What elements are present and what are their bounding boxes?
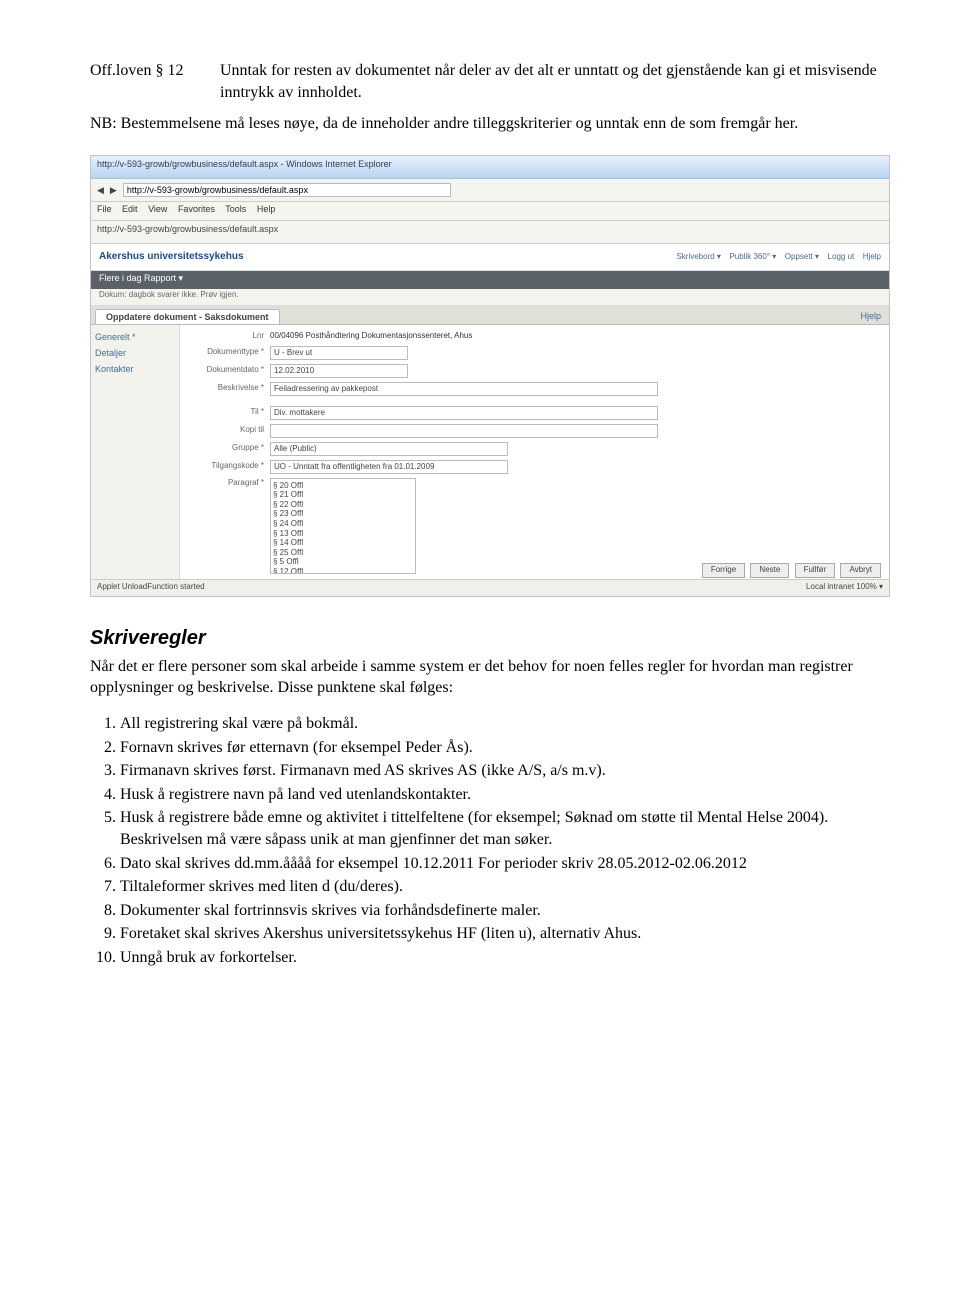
- browser-addressbar: ◀ ▶: [91, 179, 889, 202]
- rule-item: Dato skal skrives dd.mm.åååå for eksempe…: [120, 853, 890, 875]
- til-input[interactable]: Div. mottakere: [270, 406, 658, 420]
- url-input[interactable]: [123, 183, 451, 197]
- doktype-select[interactable]: U - Brev ut: [270, 346, 408, 360]
- active-tab[interactable]: Oppdatere dokument - Saksdokument: [95, 309, 280, 324]
- til-label: Til *: [188, 407, 270, 418]
- law-reference: Off.loven § 12: [90, 60, 220, 103]
- menu-tools[interactable]: Tools: [225, 204, 246, 214]
- status-message: Dokum: dagbok svarer ikke. Prøv igjen.: [91, 289, 889, 306]
- rule-item: Tiltaleformer skrives med liten d (du/de…: [120, 876, 890, 898]
- paragraf-label: Paragraf *: [188, 478, 270, 489]
- link-publik360[interactable]: Publik 360° ▾: [729, 252, 776, 261]
- rule-item: Husk å registrere navn på land ved utenl…: [120, 784, 890, 806]
- rule-item: Dokumenter skal fortrinnsvis skrives via…: [120, 900, 890, 922]
- rule-item: Fornavn skrives før etternavn (for eksem…: [120, 737, 890, 759]
- kopi-input[interactable]: [270, 424, 658, 438]
- back-icon[interactable]: ◀: [97, 184, 104, 196]
- help-link[interactable]: Hjelp: [852, 308, 889, 324]
- wizard-buttons: Forrige Neste Fullfør Avbryt: [699, 563, 881, 578]
- dokdato-label: Dokumentdato *: [188, 365, 270, 376]
- tilgangskode-select[interactable]: UO - Unntatt fra offentligheten fra 01.0…: [270, 460, 508, 474]
- rule-item: Foretaket skal skrives Akershus universi…: [120, 923, 890, 945]
- link-oppsett[interactable]: Oppsett ▾: [785, 252, 819, 261]
- nb-note: NB: Bestemmelsene må leses nøye, da de i…: [90, 113, 890, 135]
- prev-button[interactable]: Forrige: [702, 563, 745, 578]
- rule-item: All registrering skal være på bokmål.: [120, 713, 890, 735]
- finish-button[interactable]: Fullfør: [795, 563, 836, 578]
- link-loggut[interactable]: Logg ut: [828, 252, 855, 261]
- doktype-label: Dokumenttype *: [188, 347, 270, 358]
- lnr-label: Lnr: [188, 331, 270, 342]
- law-exception-block: Off.loven § 12 Unntak for resten av doku…: [90, 60, 890, 103]
- rule-item: Firmanavn skrives først. Firmanavn med A…: [120, 760, 890, 782]
- menu-help[interactable]: Help: [257, 204, 276, 214]
- form-sidebar: Generelt * Detaljer Kontakter: [91, 325, 180, 585]
- menu-view[interactable]: View: [148, 204, 167, 214]
- browser-statusbar: Applet UnloadFunction started Local intr…: [91, 579, 889, 596]
- menu-file[interactable]: File: [97, 204, 112, 214]
- rule-item: Husk å registrere både emne og aktivitet…: [120, 807, 890, 850]
- rules-list: All registrering skal være på bokmål. Fo…: [120, 713, 890, 969]
- menu-favorites[interactable]: Favorites: [178, 204, 215, 214]
- header-links: Skrivebord ▾ Publik 360° ▾ Oppsett ▾ Log…: [670, 250, 881, 263]
- gruppe-label: Gruppe *: [188, 443, 270, 454]
- paragraf-listbox[interactable]: § 20 Offl § 21 Offl § 22 Offl § 23 Offl …: [270, 478, 416, 574]
- tilgang-label: Tilgangskode *: [188, 461, 270, 472]
- window-titlebar: http://v-593-growb/growbusiness/default.…: [91, 156, 889, 179]
- link-hjelp[interactable]: Hjelp: [863, 252, 881, 261]
- dark-navstrip: Flere i dag Rapport ▾: [91, 271, 889, 289]
- skriveregler-intro: Når det er flere personer som skal arbei…: [90, 656, 890, 699]
- skriveregler-heading: Skriveregler: [90, 625, 890, 652]
- browser-tab[interactable]: http://v-593-growb/growbusiness/default.…: [91, 221, 889, 244]
- status-left: Applet UnloadFunction started: [97, 582, 205, 593]
- side-detaljer[interactable]: Detaljer: [95, 345, 175, 361]
- brand-logo: Akershus universitetssykehus: [99, 250, 244, 264]
- menu-edit[interactable]: Edit: [122, 204, 138, 214]
- browser-menubar: File Edit View Favorites Tools Help: [91, 202, 889, 221]
- document-form: Lnr00/04096 Posthåndtering Dokumentasjon…: [180, 325, 889, 585]
- forward-icon[interactable]: ▶: [110, 184, 117, 196]
- next-button[interactable]: Neste: [750, 563, 789, 578]
- cancel-button[interactable]: Avbryt: [840, 563, 881, 578]
- lnr-value: 00/04096 Posthåndtering Dokumentasjonsse…: [270, 331, 472, 342]
- kopi-label: Kopi til: [188, 425, 270, 436]
- side-kontakter[interactable]: Kontakter: [95, 361, 175, 377]
- gruppe-select[interactable]: Alle (Public): [270, 442, 508, 456]
- status-right: Local intranet 100% ▾: [806, 582, 883, 593]
- beskrivelse-input[interactable]: Feiladressering av pakkepost: [270, 382, 658, 396]
- rule-item: Unngå bruk av forkortelser.: [120, 947, 890, 969]
- dokdato-input[interactable]: 12.02.2010: [270, 364, 408, 378]
- besk-label: Beskrivelse *: [188, 383, 270, 394]
- side-generelt[interactable]: Generelt *: [95, 329, 175, 345]
- link-skrivebord[interactable]: Skrivebord ▾: [676, 252, 720, 261]
- app-header: Akershus universitetssykehus Skrivebord …: [91, 244, 889, 271]
- exception-text: Unntak for resten av dokumentet når dele…: [220, 60, 890, 103]
- page-tabstrip: Oppdatere dokument - Saksdokument Hjelp: [91, 306, 889, 325]
- embedded-app-screenshot: http://v-593-growb/growbusiness/default.…: [90, 155, 890, 597]
